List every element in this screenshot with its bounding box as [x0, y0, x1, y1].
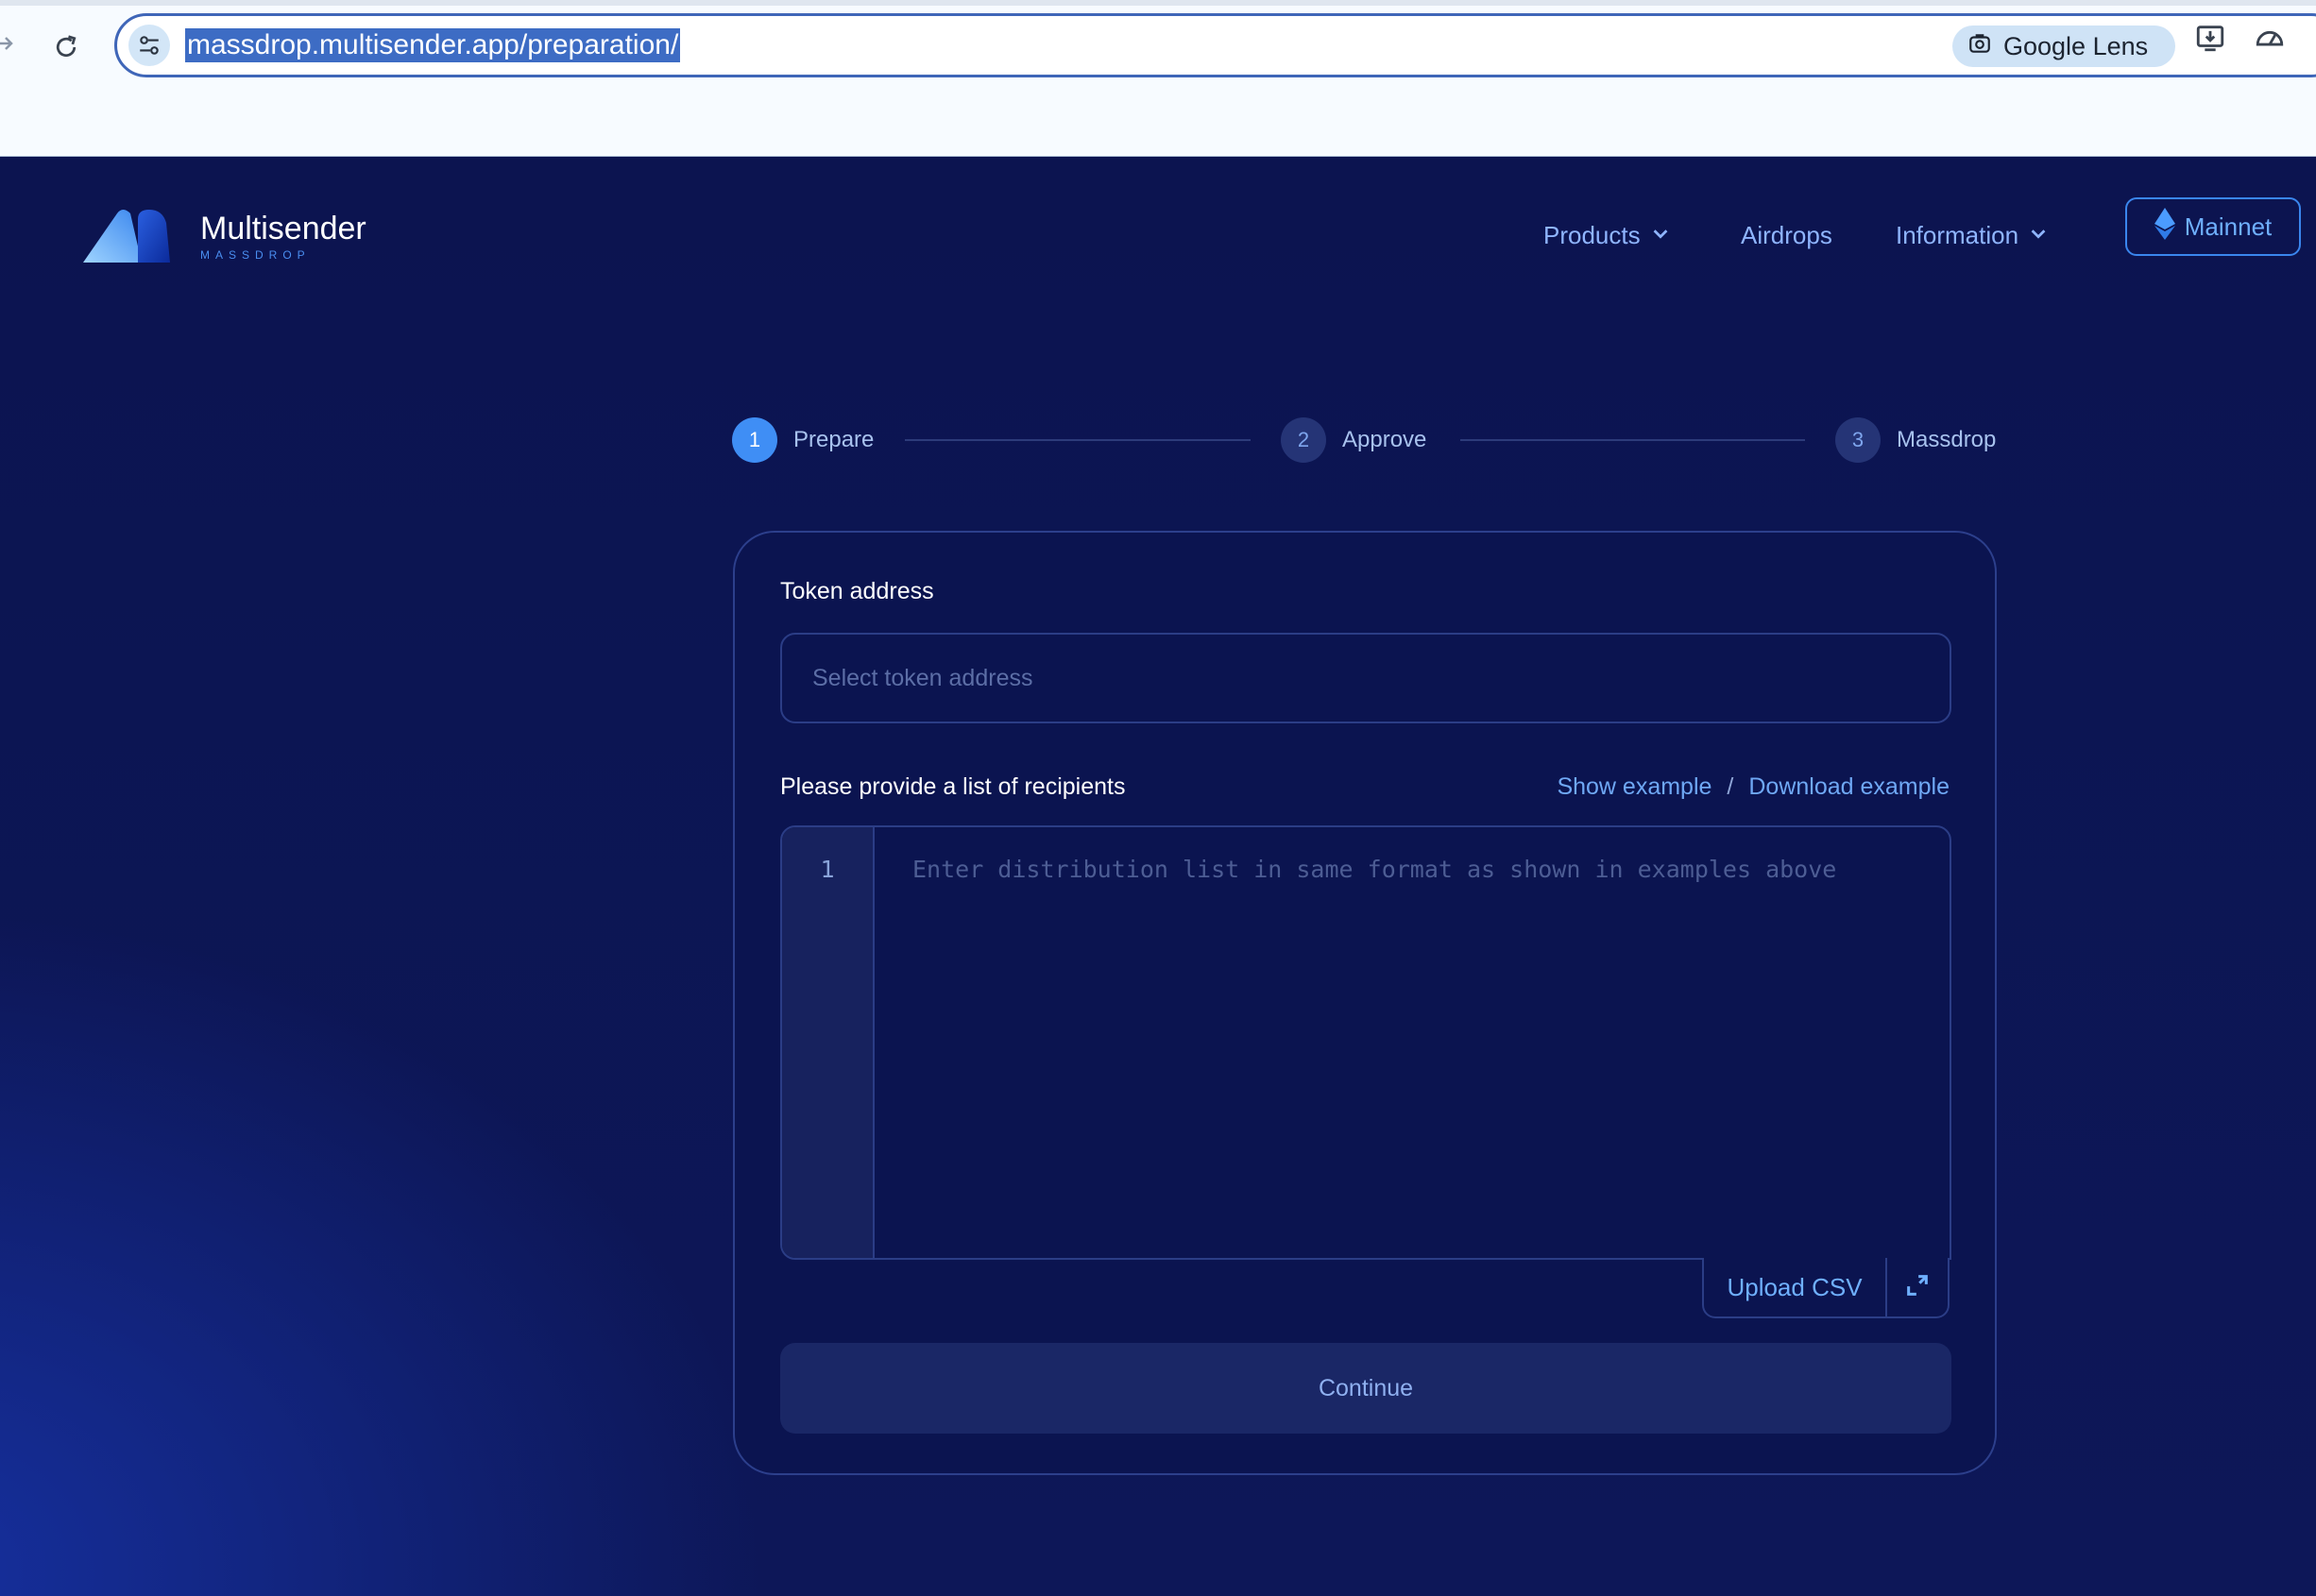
- brand-logo[interactable]: Multisender MASSDROP: [79, 206, 366, 266]
- expand-icon: [1904, 1272, 1931, 1303]
- nav-airdrops-label: Airdrops: [1741, 220, 1832, 249]
- ethereum-icon: [2154, 207, 2175, 246]
- network-button[interactable]: Mainnet: [2125, 197, 2301, 256]
- brand-tagline: MASSDROP: [200, 248, 311, 262]
- step-label: Massdrop: [1897, 427, 1997, 452]
- step-approve: 2 Approve: [1281, 417, 1426, 463]
- editor-gutter: 1: [782, 827, 875, 1258]
- step-massdrop: 3 Massdrop: [1835, 417, 1996, 463]
- reload-icon[interactable]: [49, 30, 83, 64]
- tab-strip-edge: [0, 0, 2316, 6]
- example-links: Show example / Download example: [1557, 773, 1950, 801]
- nav-airdrops[interactable]: Airdrops: [1741, 212, 1832, 259]
- step-number: 2: [1281, 417, 1326, 463]
- url-text[interactable]: massdrop.multisender.app/preparation/: [185, 28, 681, 62]
- nav-products-label: Products: [1543, 220, 1641, 249]
- site-settings-icon[interactable]: [128, 25, 170, 66]
- page: Multisender MASSDROP Products Airdrops I…: [0, 157, 2316, 1596]
- multisender-logo-icon: [83, 210, 170, 263]
- google-lens-button[interactable]: Google Lens: [1952, 25, 2175, 67]
- chevron-down-icon: [1650, 221, 1671, 250]
- step-prepare: 1 Prepare: [732, 417, 874, 463]
- download-example-link[interactable]: Download example: [1748, 773, 1950, 801]
- continue-button[interactable]: Continue: [780, 1343, 1951, 1434]
- recipients-label: Please provide a list of recipients: [780, 773, 1126, 800]
- step-number: 1: [732, 417, 777, 463]
- step-connector: [1460, 439, 1805, 441]
- link-separator: /: [1727, 773, 1734, 800]
- browser-toolbar: massdrop.multisender.app/preparation/ Go…: [0, 0, 2316, 158]
- install-app-icon[interactable]: [2191, 19, 2229, 57]
- nav-products[interactable]: Products: [1543, 212, 1671, 259]
- performance-icon[interactable]: [2251, 19, 2289, 57]
- line-number: 1: [820, 856, 835, 883]
- step-number: 3: [1835, 417, 1881, 463]
- step-connector: [905, 439, 1251, 441]
- nav-information-label: Information: [1896, 220, 2019, 249]
- token-address-input[interactable]: Select token address: [780, 633, 1951, 723]
- editor-placeholder: Enter distribution list in same format a…: [912, 856, 1837, 883]
- step-label: Prepare: [793, 427, 875, 452]
- recipients-editor[interactable]: 1 Enter distribution list in same format…: [780, 825, 1951, 1260]
- forward-arrow-icon[interactable]: [0, 32, 15, 55]
- editor-toolbar: Upload CSV: [1702, 1258, 1950, 1318]
- address-bar[interactable]: massdrop.multisender.app/preparation/ Go…: [114, 13, 2316, 77]
- step-label: Approve: [1342, 427, 1427, 452]
- google-lens-icon: [1967, 31, 1992, 62]
- nav-information[interactable]: Information: [1896, 212, 2049, 259]
- chevron-down-icon: [2028, 221, 2049, 250]
- token-address-label: Token address: [780, 578, 934, 604]
- brand-name: Multisender: [200, 211, 366, 246]
- expand-editor-button[interactable]: [1887, 1258, 1948, 1316]
- preparation-card: Token address Select token address Pleas…: [733, 531, 1997, 1475]
- upload-csv-button[interactable]: Upload CSV: [1704, 1258, 1887, 1316]
- show-example-link[interactable]: Show example: [1557, 773, 1711, 801]
- network-label: Mainnet: [2184, 212, 2273, 241]
- google-lens-label: Google Lens: [2003, 31, 2149, 60]
